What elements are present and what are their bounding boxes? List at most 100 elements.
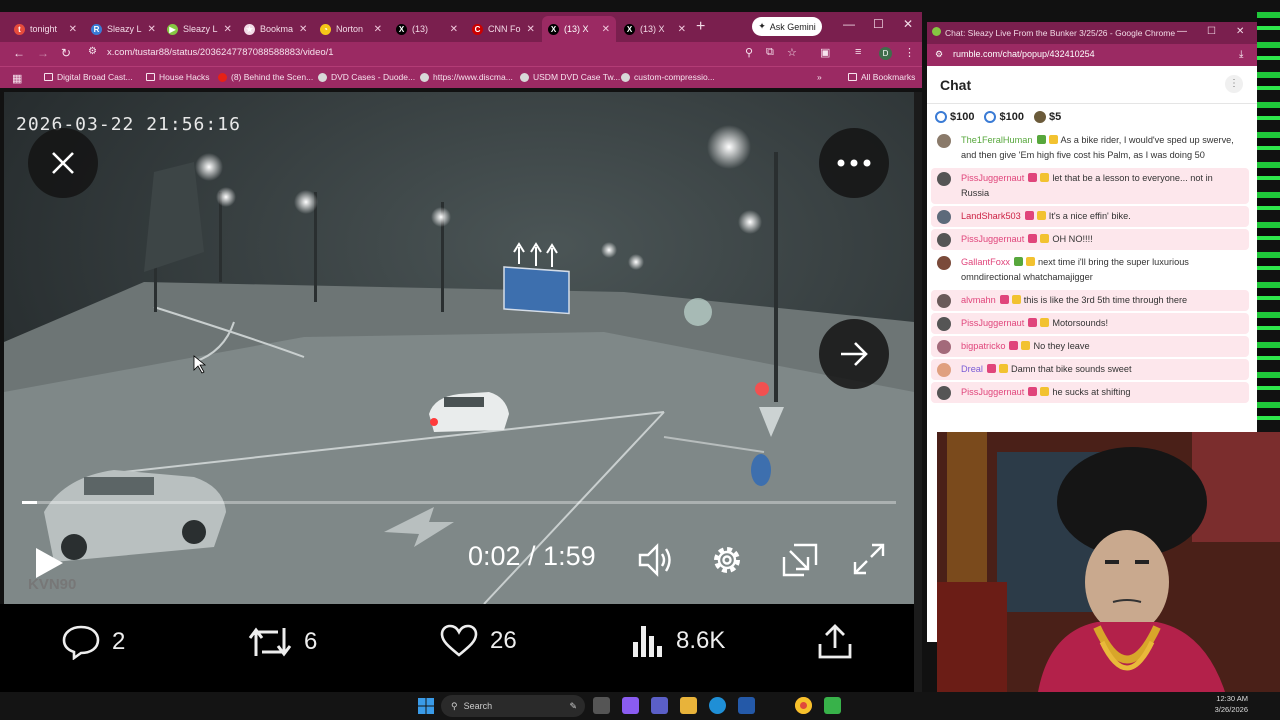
chat-username[interactable]: PissJuggernaut [961, 173, 1024, 183]
browser-tab[interactable]: ▶ Sleazy L ✕ [161, 16, 236, 42]
close-tab-icon[interactable]: ✕ [521, 24, 535, 35]
browser-tab[interactable]: ◔ Norton ✕ [314, 16, 388, 42]
user-avatar[interactable] [937, 340, 951, 354]
download-icon[interactable]: ⤓ [1239, 49, 1243, 60]
chat-username[interactable]: PissJuggernaut [961, 234, 1024, 244]
user-avatar[interactable] [937, 210, 951, 224]
close-tab-icon[interactable]: ✕ [293, 24, 307, 35]
close-tab-icon[interactable]: ✕ [218, 24, 232, 35]
bookmark-link[interactable]: https://www.discma... [420, 72, 513, 82]
task-view-icon[interactable] [593, 697, 610, 714]
profile-avatar[interactable]: D [879, 47, 892, 60]
rant-tip[interactable]: $5 [1033, 111, 1061, 123]
chat-username[interactable]: PissJuggernaut [961, 387, 1024, 397]
forward-icon[interactable]: → [37, 46, 49, 60]
fullscreen-button[interactable] [853, 543, 885, 580]
user-avatar[interactable] [937, 317, 951, 331]
chat-username[interactable]: bigpatricko [961, 341, 1005, 351]
settings-button[interactable] [710, 543, 744, 582]
site-info-icon[interactable]: ⚙ [935, 49, 943, 60]
bookmark-link[interactable]: DVD Cases - Duode... [318, 72, 415, 82]
volume-button[interactable] [638, 543, 676, 582]
next-media-button[interactable] [819, 319, 889, 389]
browser-tab[interactable]: X (13) ✕ [390, 16, 464, 42]
url-field[interactable]: x.com/tustar88/status/203624778708858888… [107, 47, 334, 58]
extensions-icon[interactable]: ▣ [820, 46, 830, 59]
app-icon[interactable] [824, 697, 841, 714]
close-window-button[interactable]: ✕ [1236, 26, 1244, 37]
teams-icon[interactable] [651, 697, 668, 714]
user-avatar[interactable] [937, 386, 951, 400]
chat-username[interactable]: alvmahn [961, 295, 996, 305]
file-explorer-icon[interactable] [680, 697, 697, 714]
user-avatar[interactable] [937, 172, 951, 186]
apps-grid-icon[interactable]: ▦ [12, 72, 22, 85]
browser-tab[interactable]: t tonight ✕ [8, 16, 83, 42]
bookmark-link[interactable]: custom-compressio... [621, 72, 715, 82]
share-button[interactable] [818, 624, 852, 660]
zoom-icon[interactable]: ⚲ [745, 46, 753, 59]
rant-tip[interactable]: $100 [935, 111, 974, 123]
like-button[interactable]: 26 [440, 624, 517, 658]
play-button[interactable] [34, 547, 64, 584]
browser-tab[interactable]: X (13) X ✕ [618, 16, 692, 42]
ask-gemini-button[interactable]: ✦ Ask Gemini [752, 17, 822, 36]
browser-menu-icon[interactable]: ⋮ [904, 46, 915, 59]
chat-username[interactable]: LandShark503 [961, 211, 1021, 221]
chat-username[interactable]: GallantFoxx [961, 257, 1010, 267]
close-tab-icon[interactable]: ✕ [142, 24, 156, 35]
reply-button[interactable]: 2 [62, 624, 125, 660]
minimize-button[interactable]: — [1177, 26, 1187, 37]
edge-icon[interactable] [709, 697, 726, 714]
close-tab-icon[interactable]: ✕ [596, 24, 610, 35]
bookmark-link[interactable]: (8) Behind the Scen... [218, 72, 313, 82]
copilot-icon[interactable] [622, 697, 639, 714]
chat-menu-button[interactable]: ⋮ [1225, 75, 1243, 93]
bookmark-link[interactable]: Digital Broad Cast... [44, 72, 133, 82]
chat-username[interactable]: PissJuggernaut [961, 318, 1024, 328]
repost-button[interactable]: 6 [248, 624, 317, 660]
browser-tab[interactable]: C CNN Fo ✕ [466, 16, 540, 42]
taskbar-clock[interactable]: 12:30 AM 3/26/2026 [1204, 693, 1248, 715]
views-button[interactable]: 8.6K [632, 624, 725, 658]
close-tab-icon[interactable]: ✕ [672, 24, 686, 35]
pip-button[interactable] [782, 543, 818, 582]
tab-search-icon[interactable]: ≡ [855, 46, 861, 58]
browser-tab[interactable]: R Sleazy L ✕ [85, 16, 159, 42]
bookmark-link[interactable]: House Hacks [146, 72, 210, 82]
chat-username[interactable]: The1FeralHuman [961, 135, 1033, 145]
close-video-button[interactable] [28, 128, 98, 198]
user-avatar[interactable] [937, 134, 951, 148]
close-tab-icon[interactable]: ✕ [444, 24, 458, 35]
user-avatar[interactable] [937, 233, 951, 247]
store-icon[interactable] [738, 697, 755, 714]
browser-tab[interactable]: X (13) X ✕ [542, 16, 616, 42]
chat-url-text[interactable]: rumble.com/chat/popup/432410254 [953, 49, 1095, 59]
cast-icon[interactable]: ⧉ [766, 46, 774, 59]
close-tab-icon[interactable]: ✕ [63, 24, 77, 35]
back-icon[interactable]: ← [13, 46, 25, 60]
more-options-button[interactable] [819, 128, 889, 198]
new-tab-button[interactable]: + [696, 18, 705, 36]
chrome-icon[interactable] [795, 697, 812, 714]
minimize-button[interactable]: — [843, 17, 855, 31]
all-bookmarks-link[interactable]: All Bookmarks [848, 72, 915, 82]
taskbar-search[interactable]: ⚲ Search ✎ [441, 695, 585, 717]
windows-start-icon[interactable] [418, 698, 434, 714]
bookmark-star-icon[interactable]: ☆ [787, 46, 797, 59]
video-player[interactable]: 2026-03-22 21:56:16 KVN90 0:02 / 1:59 [4, 92, 914, 604]
reload-icon[interactable]: ↻ [61, 46, 71, 60]
more-bookmarks-icon[interactable]: » [817, 72, 822, 82]
video-progress-bar[interactable] [22, 501, 896, 504]
maximize-button[interactable]: ☐ [1207, 26, 1216, 37]
user-avatar[interactable] [937, 294, 951, 308]
rant-tip[interactable]: $100 [984, 111, 1024, 123]
bookmark-link[interactable]: USDM DVD Case Tw... [520, 72, 620, 82]
user-avatar[interactable] [937, 363, 951, 377]
maximize-button[interactable]: ☐ [873, 17, 884, 31]
close-window-button[interactable]: ✕ [903, 17, 913, 31]
site-info-icon[interactable]: ⚙ [88, 46, 97, 57]
chat-username[interactable]: Dreal [961, 364, 983, 374]
page-scrollbar[interactable] [914, 92, 922, 692]
browser-tab[interactable]: ★ Bookma ✕ [238, 16, 312, 42]
